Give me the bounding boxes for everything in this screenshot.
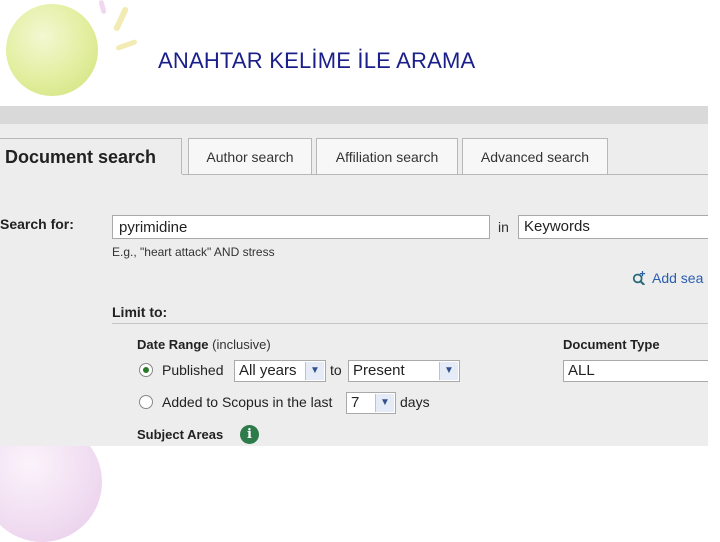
slide-title: ANAHTAR KELİME İLE ARAMA xyxy=(158,48,476,73)
chevron-down-icon: ▼ xyxy=(305,362,324,380)
to-label: to xyxy=(330,362,342,378)
inclusive-note: (inclusive) xyxy=(212,337,271,352)
to-year-select[interactable]: Present ▼ xyxy=(348,360,460,382)
added-label: Added to Scopus in the last xyxy=(162,394,333,410)
from-year-select[interactable]: All years ▼ xyxy=(234,360,326,382)
tab-advanced-search[interactable]: Advanced search xyxy=(462,138,608,175)
search-input[interactable] xyxy=(112,215,490,239)
added-radio[interactable] xyxy=(139,395,153,409)
decorative-streak xyxy=(115,38,138,52)
tab-affiliation-search[interactable]: Affiliation search xyxy=(316,138,458,175)
decorative-streak xyxy=(112,5,130,33)
document-type-label: Document Type xyxy=(563,337,660,352)
date-range-heading: Date Range (inclusive) xyxy=(137,337,271,352)
magnifier-plus-icon xyxy=(632,271,646,285)
search-for-label: Search for: xyxy=(0,216,74,232)
scopus-search-screenshot: Document search Author search Affiliatio… xyxy=(0,106,708,446)
top-bar xyxy=(0,106,708,124)
document-type-select[interactable]: ALL xyxy=(563,360,708,382)
in-label: in xyxy=(498,219,509,235)
limit-to-label: Limit to: xyxy=(112,304,168,320)
limit-divider xyxy=(112,323,708,324)
date-range-label: Date Range xyxy=(137,337,209,352)
search-hint: E.g., "heart attack" AND stress xyxy=(112,245,275,259)
subject-areas-label: Subject Areas xyxy=(137,427,224,442)
days-select[interactable]: 7 ▼ xyxy=(346,392,396,414)
chevron-down-icon: ▼ xyxy=(439,362,458,380)
info-icon[interactable]: i xyxy=(240,425,259,444)
published-label: Published xyxy=(162,362,224,378)
days-label: days xyxy=(400,394,430,410)
published-radio[interactable] xyxy=(139,363,153,377)
add-search-label: Add sea xyxy=(652,270,704,286)
tab-divider xyxy=(182,174,708,175)
search-field-select[interactable]: Keywords xyxy=(518,215,708,239)
to-year-value: Present xyxy=(353,362,405,379)
add-search-link[interactable]: Add sea xyxy=(632,270,703,286)
chevron-down-icon: ▼ xyxy=(375,394,394,412)
document-type-value: ALL xyxy=(568,362,595,379)
decorative-streak xyxy=(98,0,107,15)
tab-document-search[interactable]: Document search xyxy=(0,138,182,174)
tab-author-search[interactable]: Author search xyxy=(188,138,312,175)
days-value: 7 xyxy=(351,394,360,411)
from-year-value: All years xyxy=(239,362,297,379)
decorative-balloon-green xyxy=(6,4,98,96)
